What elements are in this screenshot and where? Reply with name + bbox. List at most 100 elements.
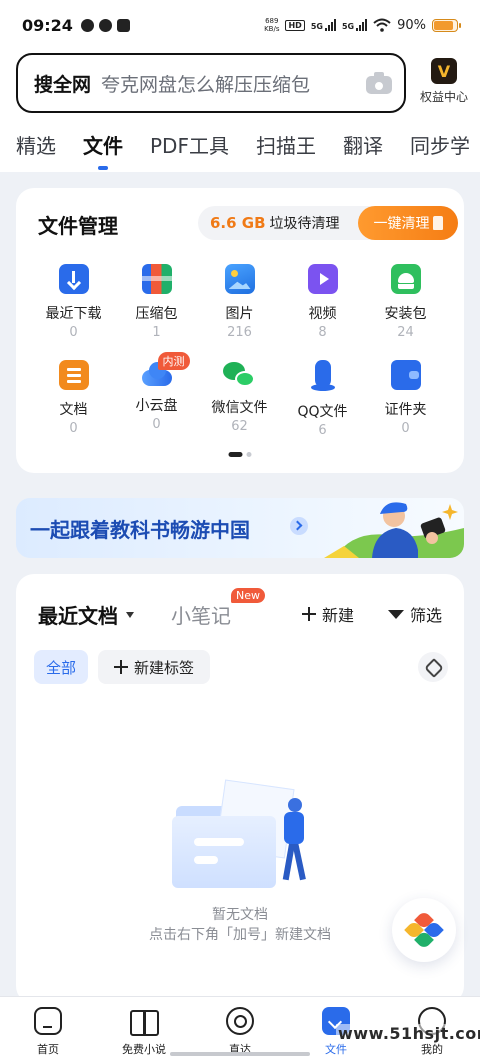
download-icon <box>58 264 89 294</box>
net-speed-value: 689 <box>265 17 279 25</box>
chevron-right-icon <box>290 517 308 535</box>
wallet-icon <box>390 360 421 390</box>
plus-icon <box>302 607 316 621</box>
file-category-item[interactable]: 内测小云盘 0 <box>115 352 198 444</box>
battery-icon <box>432 18 461 32</box>
hd-badge: HD <box>285 19 305 31</box>
book-icon <box>130 1007 159 1036</box>
qq-icon <box>308 360 338 392</box>
search-scope-label[interactable]: 搜全网 <box>34 70 91 97</box>
file-manager-title: 文件管理 <box>38 214 118 238</box>
file-category-item[interactable]: 文档 0 <box>32 360 115 444</box>
video-icon <box>307 264 338 294</box>
location-icon <box>98 18 112 32</box>
tiktok-icon <box>80 18 94 32</box>
filter-button[interactable]: 筛选 <box>388 602 442 626</box>
file-category-label: 小云盘 <box>135 398 178 414</box>
nav-item-0[interactable]: 首页 <box>0 997 96 1061</box>
file-category-label: 压缩包 <box>135 306 178 322</box>
file-category-label: 视频 <box>308 306 337 322</box>
signal-icon <box>356 19 368 31</box>
camera-icon[interactable] <box>366 72 392 94</box>
page-dot-active <box>228 452 243 457</box>
file-category-item[interactable]: 证件夹 0 <box>364 360 447 444</box>
battery-percent: 90% <box>397 17 426 33</box>
file-category-count: 216 <box>227 325 252 340</box>
junk-label: 垃圾待清理 <box>269 216 340 232</box>
sim2-label: 5G <box>341 22 355 31</box>
junk-cleanup-bar[interactable]: 6.6 GB 垃圾待清理 一键清理 <box>198 206 458 240</box>
plus-icon <box>114 660 128 674</box>
android-icon <box>390 264 421 294</box>
filter-button-label: 筛选 <box>410 606 443 625</box>
nav-label: 文件 <box>325 1043 347 1056</box>
net-speed-unit: KB/s <box>264 25 280 33</box>
tab-2[interactable]: PDF工具 <box>150 120 229 172</box>
search-header: 搜全网 夸克网盘怎么解压压缩包 V 权益中心 <box>0 50 480 120</box>
file-category-count: 24 <box>397 325 414 340</box>
file-category-count: 0 <box>401 421 410 436</box>
file-category-label: 最近下载 <box>45 306 102 322</box>
home-indicator <box>170 1052 310 1056</box>
filter-icon <box>388 609 404 619</box>
app-notification-icon <box>116 18 130 32</box>
file-category-label: 证件夹 <box>384 402 427 418</box>
cloud-icon: 内测 <box>140 352 190 386</box>
page-dot <box>246 452 252 457</box>
recent-docs-title: 最近文档 <box>38 604 118 628</box>
tab-4[interactable]: 翻译 <box>343 120 383 172</box>
tab-3[interactable]: 扫描王 <box>256 120 316 172</box>
search-input[interactable]: 夸克网盘怎么解压压缩包 <box>101 70 360 97</box>
nav-label: 免费小说 <box>122 1043 166 1056</box>
tab-0[interactable]: 精选 <box>16 120 56 172</box>
file-category-count: 6 <box>318 423 327 438</box>
nav-label: 我的 <box>421 1043 443 1056</box>
file-category-item[interactable]: QQ文件 6 <box>281 360 364 444</box>
broom-icon <box>432 216 443 230</box>
new-tag-label: 新建标签 <box>134 658 195 677</box>
file-category-count: 1 <box>152 325 161 340</box>
file-category-count: 8 <box>318 325 327 340</box>
banner-illustration <box>324 502 464 558</box>
sim1-signal: 5G <box>311 19 336 31</box>
watermark: www.51hsjt.com <box>336 1024 480 1043</box>
promo-banner[interactable]: 一起跟着教科书畅游中国 <box>16 498 464 558</box>
new-button-label: 新建 <box>322 606 355 625</box>
rights-center-label: 权益中心 <box>419 90 468 104</box>
recent-docs-tab[interactable]: 最近文档 <box>38 600 134 629</box>
notes-tab[interactable]: 小笔记 <box>171 600 231 629</box>
status-time: 09:24 <box>22 15 73 35</box>
new-document-button[interactable]: 新建 <box>302 602 354 626</box>
sim2-signal: 5G <box>341 19 368 31</box>
direct-icon <box>226 1007 254 1035</box>
file-category-item[interactable]: 安装包 24 <box>364 264 447 348</box>
file-category-label: QQ文件 <box>297 404 348 420</box>
file-category-label: 文档 <box>59 402 88 418</box>
file-category-item[interactable]: 图片 216 <box>198 264 281 348</box>
battery-fill <box>434 20 453 30</box>
beta-badge: 内测 <box>157 352 190 370</box>
new-tag-chip[interactable]: 新建标签 <box>98 650 211 684</box>
empty-state-illustration <box>166 764 316 894</box>
tag-icon[interactable] <box>418 652 448 682</box>
file-category-item[interactable]: 微信文件 62 <box>198 360 281 444</box>
rights-center-button[interactable]: V 权益中心 <box>414 58 474 105</box>
nav-label: 首页 <box>37 1043 59 1056</box>
file-category-label: 微信文件 <box>211 400 268 416</box>
tab-1[interactable]: 文件 <box>83 120 123 172</box>
home-icon <box>34 1007 62 1035</box>
file-category-grid: 最近下载 0 压缩包 1 图片 216 视频 8 安装包 24 文档 0 内测 小云盘 0 微信文件 62 QQ文… <box>32 264 448 444</box>
image-icon <box>224 264 255 294</box>
sim1-label: 5G <box>310 22 323 31</box>
ai-assistant-button[interactable] <box>392 898 456 962</box>
tag-chip-all[interactable]: 全部 <box>34 650 89 684</box>
file-category-item[interactable]: 最近下载 0 <box>32 264 115 348</box>
page-indicator <box>228 452 252 457</box>
file-category-item[interactable]: 视频 8 <box>281 264 364 348</box>
one-click-clean-button[interactable]: 一键清理 <box>358 206 458 240</box>
tab-5[interactable]: 同步学 <box>410 120 470 172</box>
file-category-count: 0 <box>152 417 161 432</box>
search-box[interactable]: 搜全网 夸克网盘怎么解压压缩包 <box>16 53 406 113</box>
file-category-item[interactable]: 压缩包 1 <box>115 264 198 348</box>
zip-icon <box>141 264 172 294</box>
